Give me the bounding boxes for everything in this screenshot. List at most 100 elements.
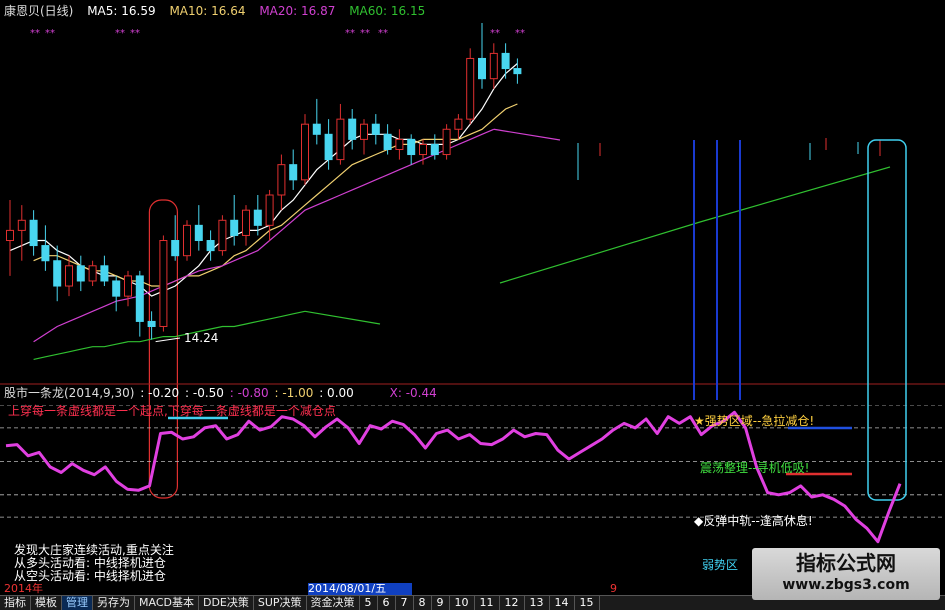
strong-zone-text: 强势区域--急拉减仓! [704, 414, 815, 428]
tab-3[interactable]: 另存为 [93, 596, 135, 610]
candle-up [124, 275, 132, 297]
tab-2[interactable]: 管理 [62, 596, 93, 610]
candle-up [301, 123, 309, 181]
tab-0[interactable]: 指标 [0, 596, 31, 610]
signal-marker: ** [30, 28, 40, 39]
site-watermark: 指标公式网 www.zbgs3.com [752, 548, 940, 600]
signal-marker: ** [115, 28, 125, 39]
signal-marker: ** [45, 28, 55, 39]
candle-down [253, 209, 262, 226]
indicator-v2: : -0.50 [185, 386, 224, 400]
signal-marker: ** [345, 28, 355, 39]
tab-8[interactable]: 5 [360, 596, 378, 610]
signal-marker: ** [130, 28, 140, 39]
candle-up [277, 164, 286, 196]
candle-down [312, 123, 321, 135]
tab-17[interactable]: 14 [550, 596, 575, 610]
weak-zone-frame [867, 139, 907, 501]
candle-down [135, 275, 144, 322]
star-icon: ★ [694, 414, 705, 428]
signal-marker: ** [378, 28, 388, 39]
weak-zone-annotation: 弱势区 [702, 558, 739, 572]
signal-marker: ** [490, 28, 500, 39]
candle-up [454, 118, 463, 130]
year-label: 2014年 [4, 582, 43, 595]
candle-up [419, 143, 427, 156]
rebound-annotation: ◆反弹中轨--逢高休息! [694, 514, 813, 528]
tab-5[interactable]: DDE决策 [199, 596, 254, 610]
indicator-header: 股市一条龙(2014,9,30) : -0.20 : -0.50 : -0.80… [4, 384, 439, 401]
tab-9[interactable]: 6 [378, 596, 396, 610]
indicator-v6: X: -0.44 [389, 386, 437, 400]
rule-annotation: 上穿每一条虚线都是一个起点,下穿每一条虚线都是一个减仓点 [8, 404, 336, 418]
candle-down [383, 133, 392, 150]
candle-down [53, 260, 62, 287]
ma60-left-extension [304, 310, 381, 325]
ma-line-ma5 [9, 63, 518, 297]
candle-down [407, 138, 416, 156]
candle-up [336, 118, 345, 161]
candle-up [65, 265, 73, 287]
candle-up [242, 209, 250, 236]
signal-marker: ** [515, 28, 525, 39]
candle-up [6, 229, 14, 242]
date-readout: 2014/08/01/五 [308, 583, 412, 595]
candle-down [513, 68, 522, 75]
candle-up [159, 240, 168, 327]
tab-11[interactable]: 8 [414, 596, 432, 610]
signal-marker: ** [360, 28, 370, 39]
price-low-label: 14.24 [184, 331, 219, 345]
ma60-label: MA60: 16.15 [349, 4, 426, 18]
watermark-url: www.zbgs3.com [782, 577, 910, 593]
candle-down [289, 164, 298, 181]
tab-4[interactable]: MACD基本 [135, 596, 199, 610]
indicator-v4: : -1.00 [274, 386, 314, 400]
tab-14[interactable]: 11 [475, 596, 500, 610]
candle-up [395, 138, 404, 150]
tab-18[interactable]: 15 [575, 596, 600, 610]
candle-down [112, 280, 121, 297]
candle-up [360, 123, 368, 140]
candle-down [478, 57, 486, 80]
candle-down [171, 240, 180, 257]
price-legend: 康恩贝(日线) MA5: 16.59 MA10: 16.64 MA20: 16.… [4, 2, 435, 19]
indicator-v5: : 0.00 [319, 386, 354, 400]
candle-down [41, 245, 50, 262]
tab-12[interactable]: 9 [432, 596, 450, 610]
candle-up [265, 194, 274, 226]
candle-up [466, 57, 475, 120]
date-right-label: 9 [610, 582, 617, 595]
candle-down [206, 240, 215, 252]
stock-title: 康恩贝(日线) [4, 4, 74, 18]
candle-down [147, 320, 156, 327]
ma5-label: MA5: 16.59 [87, 4, 156, 18]
tab-1[interactable]: 模板 [31, 596, 62, 610]
tab-7[interactable]: 资金决策 [307, 596, 360, 610]
activity-notes: 发现大庄家连续活动,重点关注 从多头活动看: 中线择机进仓 从空头活动看: 中线… [14, 544, 174, 583]
tab-16[interactable]: 13 [525, 596, 550, 610]
candle-up [218, 219, 227, 252]
candle-up [17, 219, 26, 231]
tab-13[interactable]: 10 [450, 596, 475, 610]
candle-up [489, 52, 498, 80]
candle-down [430, 143, 439, 156]
candle-down [501, 52, 510, 70]
ma10-label: MA10: 16.64 [169, 4, 246, 18]
indicator-v3: : -0.80 [229, 386, 269, 400]
tab-10[interactable]: 7 [396, 596, 414, 610]
watermark-title: 指标公式网 [796, 551, 896, 575]
candle-down [100, 265, 109, 282]
ma20-label: MA20: 16.87 [259, 4, 336, 18]
candle-up [442, 128, 451, 156]
indicator-name: 股市一条龙(2014,9,30) [4, 386, 135, 400]
candle-down [76, 265, 85, 282]
indicator-v1: : -0.20 [140, 386, 180, 400]
candle-down [29, 219, 38, 247]
candle-up [183, 224, 191, 257]
candle-down [194, 224, 203, 242]
candle-down [348, 118, 357, 140]
tab-6[interactable]: SUP决策 [254, 596, 307, 610]
candle-down [324, 133, 333, 161]
candle-up [88, 265, 97, 282]
tab-15[interactable]: 12 [500, 596, 525, 610]
